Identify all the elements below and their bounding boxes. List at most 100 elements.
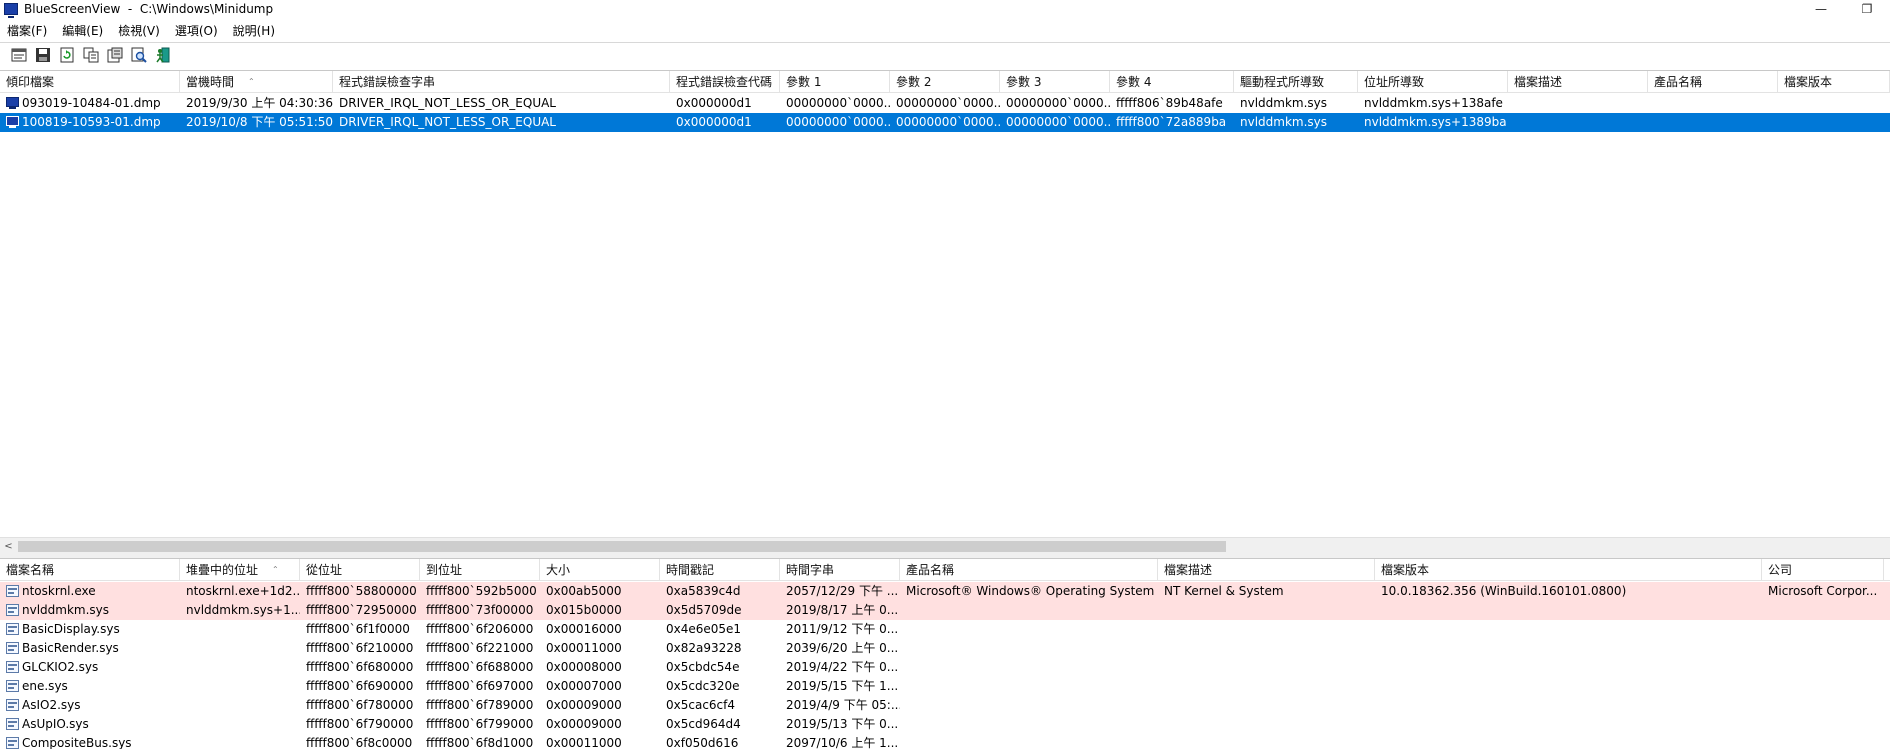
time-string: 2019/4/9 下午 05:... <box>786 698 900 712</box>
driver-filename: ene.sys <box>22 679 68 693</box>
dump-row-selected[interactable]: 100819-10593-01.dmp 2019/10/8 下午 05:51:5… <box>0 113 1890 132</box>
from-address: fffff800`6f680000 <box>306 660 414 674</box>
driver-row[interactable]: AsIO2.sys fffff800`6f780000 fffff800`6f789… <box>0 696 1890 715</box>
col-parameter-2[interactable]: 參數 2 <box>890 71 1000 93</box>
horizontal-scrollbar[interactable]: < <box>0 537 1890 554</box>
scrollbar-thumb[interactable] <box>18 541 1226 552</box>
col-parameter-4[interactable]: 參數 4 <box>1110 71 1234 93</box>
scroll-left-arrow[interactable]: < <box>0 538 17 555</box>
parameter-1: 00000000`0000... <box>786 115 890 129</box>
col-time-stamp[interactable]: 時間戳記 <box>660 559 780 581</box>
from-address: fffff800`6f1f0000 <box>306 622 410 636</box>
col-filename[interactable]: 檔案名稱 <box>0 559 180 581</box>
parameter-1: 00000000`0000... <box>786 96 890 110</box>
col-from-address[interactable]: 從位址 <box>300 559 420 581</box>
crash-time: 2019/9/30 上午 04:30:36 <box>186 96 333 110</box>
col-size[interactable]: 大小 <box>540 559 660 581</box>
file-description <box>1158 620 1375 639</box>
exit-button[interactable] <box>154 46 172 64</box>
time-stamp: 0x5cbdc54e <box>666 660 740 674</box>
find-icon <box>131 47 147 63</box>
time-string: 2039/6/20 上午 0... <box>786 641 899 655</box>
menu-help[interactable]: 說明(H) <box>226 22 283 39</box>
col-file-version[interactable]: 檔案版本 <box>1375 559 1762 581</box>
driver-filename: GLCKIO2.sys <box>22 660 99 674</box>
driver-list[interactable]: 檔案名稱 堆疊中的位址 ⌃ 從位址 到位址 大小 時間戳記 時間字串 產品名稱 … <box>0 558 1890 749</box>
address-in-stack <box>180 677 300 696</box>
refresh-button[interactable] <box>58 46 76 64</box>
col-parameter-1[interactable]: 參數 1 <box>780 71 890 93</box>
address-in-stack <box>180 620 300 639</box>
company <box>1762 696 1884 715</box>
menu-edit[interactable]: 編輯(E) <box>55 22 111 39</box>
caused-by-driver: nvlddmkm.sys <box>1240 96 1328 110</box>
dump-list-header: 傾印檔案 當機時間 ⌃ 程式錯誤檢查字串 程式錯誤檢查代碼 參數 1 參數 2 … <box>0 71 1890 93</box>
parameter-3: 00000000`0000... <box>1006 115 1110 129</box>
product-name <box>900 620 1158 639</box>
col-product-name[interactable]: 產品名稱 <box>900 559 1158 581</box>
driver-row[interactable]: BasicRender.sys fffff800`6f210000 fffff800… <box>0 639 1890 658</box>
size: 0x00016000 <box>546 622 622 636</box>
col-address-in-stack[interactable]: 堆疊中的位址 <box>180 559 300 581</box>
col-bug-check-string[interactable]: 程式錯誤檢查字串 <box>333 71 670 93</box>
company <box>1762 620 1884 639</box>
from-address: fffff800`6f210000 <box>306 641 414 655</box>
driver-row[interactable]: CompositeBus.sys fffff800`6f8c0000 fffff80… <box>0 734 1890 749</box>
menu-file[interactable]: 檔案(F) <box>0 22 55 39</box>
col-product-name[interactable]: 產品名稱 <box>1648 71 1778 93</box>
address-in-stack <box>180 658 300 677</box>
bug-check-string: DRIVER_IRQL_NOT_LESS_OR_EQUAL <box>339 96 556 110</box>
col-parameter-3[interactable]: 參數 3 <box>1000 71 1110 93</box>
time-stamp: 0xa5839c4d <box>666 584 741 598</box>
driver-row[interactable]: nvlddmkm.sys nvlddmkm.sys+1... fffff800`72… <box>0 601 1890 620</box>
menu-bar: 檔案(F) 編輯(E) 檢視(V) 選項(O) 說明(H) <box>0 20 1890 40</box>
col-company[interactable]: 公司 <box>1762 559 1884 581</box>
col-file-version[interactable]: 檔案版本 <box>1778 71 1890 93</box>
to-address: fffff800`6f697000 <box>426 679 534 693</box>
size: 0x00008000 <box>546 660 622 674</box>
properties-button[interactable] <box>10 46 28 64</box>
restore-button[interactable]: ❐ <box>1844 0 1890 18</box>
menu-view[interactable]: 檢視(V) <box>111 22 168 39</box>
find-button[interactable] <box>130 46 148 64</box>
col-caused-by-address[interactable]: 位址所導致 <box>1358 71 1508 93</box>
driver-row[interactable]: AsUpIO.sys fffff800`6f790000 fffff800`6f79… <box>0 715 1890 734</box>
col-crash-time[interactable]: 當機時間 <box>180 71 333 93</box>
driver-row[interactable]: ntoskrnl.exe ntoskrnl.exe+1d2... fffff800`… <box>0 582 1890 601</box>
file-version <box>1375 715 1762 734</box>
from-address: fffff800`6f790000 <box>306 717 414 731</box>
driver-row[interactable]: ene.sys fffff800`6f690000 fffff800`6f69700… <box>0 677 1890 696</box>
caused-by-address: nvlddmkm.sys+1389ba <box>1364 115 1507 129</box>
dump-list[interactable]: 傾印檔案 當機時間 ⌃ 程式錯誤檢查字串 程式錯誤檢查代碼 參數 1 參數 2 … <box>0 70 1890 540</box>
col-file-description[interactable]: 檔案描述 <box>1158 559 1375 581</box>
col-bug-check-code[interactable]: 程式錯誤檢查代碼 <box>670 71 780 93</box>
time-stamp: 0x4e6e05e1 <box>666 622 742 636</box>
parameter-2: 00000000`0000... <box>896 115 1000 129</box>
company <box>1762 658 1884 677</box>
file-version <box>1375 601 1762 620</box>
col-to-address[interactable]: 到位址 <box>420 559 540 581</box>
company <box>1762 601 1884 620</box>
product-name <box>900 658 1158 677</box>
copy-icon <box>83 47 99 62</box>
driver-filename: ntoskrnl.exe <box>22 584 96 598</box>
menu-options[interactable]: 選項(O) <box>168 22 226 39</box>
col-time-string[interactable]: 時間字串 <box>780 559 900 581</box>
html-report-button[interactable] <box>106 46 124 64</box>
time-string: 2019/8/17 上午 0... <box>786 603 899 617</box>
col-dump-file[interactable]: 傾印檔案 <box>0 71 180 93</box>
time-stamp: 0x5d5709de <box>666 603 742 617</box>
driver-filename: nvlddmkm.sys <box>22 603 110 617</box>
copy-button[interactable] <box>82 46 100 64</box>
driver-row[interactable]: BasicDisplay.sys fffff800`6f1f0000 fffff80… <box>0 620 1890 639</box>
dump-row[interactable]: 093019-10484-01.dmp 2019/9/30 上午 04:30:3… <box>0 94 1890 113</box>
time-stamp: 0x5cd964d4 <box>666 717 741 731</box>
minimize-button[interactable]: — <box>1798 0 1844 18</box>
col-caused-by-driver[interactable]: 驅動程式所導致 <box>1234 71 1358 93</box>
size: 0x00011000 <box>546 736 622 749</box>
save-button[interactable] <box>34 46 52 64</box>
driver-row[interactable]: GLCKIO2.sys fffff800`6f680000 fffff800`6f6… <box>0 658 1890 677</box>
sort-ascending-icon: ⌃ <box>248 77 255 86</box>
file-description: NT Kernel & System <box>1164 584 1284 598</box>
col-file-description[interactable]: 檔案描述 <box>1508 71 1648 93</box>
